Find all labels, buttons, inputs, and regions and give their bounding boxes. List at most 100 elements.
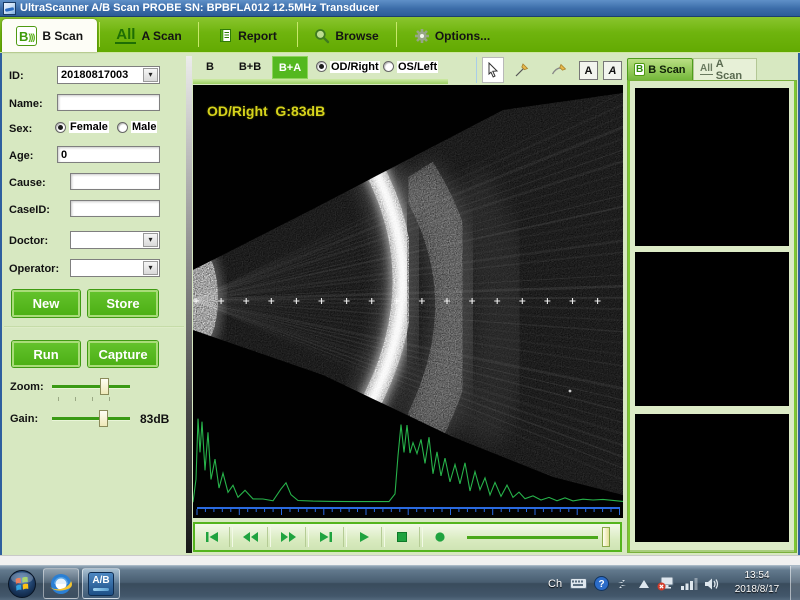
capture-button[interactable]: Capture [88,341,158,367]
record-button[interactable] [423,526,457,548]
svg-text:?: ? [598,579,604,590]
last-frame-button[interactable] [309,526,343,548]
female-radio[interactable] [55,122,66,133]
area-measure-pen-icon [551,63,567,78]
tab-options[interactable]: Options... [398,19,506,52]
operator-combobox[interactable]: ▾ [70,259,160,277]
tab-a-scan[interactable]: All A Scan [101,19,196,52]
record-icon [434,531,446,543]
dropdown-arrow-icon[interactable]: ▾ [143,68,158,82]
mode-tab-b[interactable]: B [196,57,224,77]
tray-help-icon[interactable]: ? [592,566,610,600]
mode-tab-b+a[interactable]: B+A [272,56,308,79]
tab-b-scan-label: B Scan [42,29,83,43]
tray-language-indicator[interactable]: Ch [548,566,566,600]
new-button[interactable]: New [12,290,80,317]
cine-slider-track[interactable] [467,536,598,539]
thumbnail-slot-1[interactable] [635,88,789,246]
clock-time: 13:54 [726,569,788,583]
gallery-tab-b-scan[interactable]: B B Scan [627,58,693,80]
tray-network-icon[interactable] [655,566,677,600]
cine-slider-handle[interactable] [602,527,610,547]
run-button[interactable]: Run [12,341,80,367]
cine-playback-bar [193,522,622,552]
tab-b-scan[interactable]: B))) B Scan [2,19,97,52]
dropdown-arrow-icon[interactable]: ▾ [143,233,158,247]
mode-tab-b+b[interactable]: B+B [232,57,268,77]
male-radio[interactable] [117,122,128,133]
skip-start-icon [204,531,220,543]
tab-browse-label: Browse [335,29,378,43]
gain-slider-thumb[interactable] [99,410,108,427]
tab-browse[interactable]: Browse [299,19,394,52]
gain-slider-track[interactable] [52,417,130,421]
cause-field[interactable] [70,173,160,190]
clock-date: 2018/8/17 [726,583,788,597]
male-radio-label[interactable]: Male [131,121,157,133]
taskbar-ab-scan-app-button[interactable]: A/B [82,568,120,599]
rewind-icon [242,531,259,543]
toolbar-separator [99,22,100,47]
line-measure-pen-icon [514,63,529,78]
first-frame-button[interactable] [195,526,229,548]
gallery-tab-a-scan[interactable]: All A Scan [693,58,757,80]
caseid-field[interactable] [70,200,160,217]
play-button[interactable] [347,526,381,548]
id-combobox[interactable]: 20180817003 ▾ [57,66,160,84]
mode-tab-underline [193,79,448,84]
options-gear-icon [414,28,430,44]
toolbar-separator [198,22,199,47]
bscan-image[interactable] [193,85,623,518]
stop-button[interactable] [385,526,419,548]
name-label: Name: [9,98,43,110]
os-left-radio[interactable] [383,61,394,72]
doctor-label: Doctor: [9,235,48,247]
name-field[interactable] [57,94,160,111]
age-field[interactable] [57,146,160,163]
tray-volume-icon[interactable] [702,566,722,600]
zoom-slider-ticks [58,397,110,401]
text-annotation-italic-tool-button[interactable]: A [603,61,622,80]
taskbar-ie-button[interactable] [43,568,79,599]
od-right-label[interactable]: OD/Right [330,61,380,73]
cine-position-slider[interactable] [467,526,612,548]
id-label: ID: [9,70,24,82]
text-annotation-tool-button[interactable]: A [579,61,598,80]
zoom-slider-track[interactable] [52,385,130,389]
b-scan-mini-icon: B [634,63,645,76]
a-scan-mini-icon: All [700,64,713,75]
tab-report[interactable]: Report [200,19,295,52]
fast-forward-button[interactable] [271,526,305,548]
toolbar-separator [297,22,298,47]
taskbar-clock[interactable]: 13:54 2018/8/17 [726,569,788,598]
gallery-tab-a-scan-label: A Scan [716,58,750,82]
cursor-icon [486,62,501,78]
bscan-ultrasound-canvas [193,85,623,518]
female-radio-label[interactable]: Female [69,121,109,133]
tray-show-hidden-icons[interactable] [636,566,652,600]
store-button[interactable]: Store [88,290,158,317]
rewind-button[interactable] [233,526,267,548]
pointer-tool-button[interactable] [482,57,504,83]
tray-signal-strength-icon[interactable] [679,566,701,600]
fast-forward-icon [280,531,297,543]
zoom-slider-thumb[interactable] [100,378,109,395]
main-toolbar: B))) B Scan All A Scan Report Brow [0,17,800,53]
od-right-radio[interactable] [316,61,327,72]
tab-a-scan-label: A Scan [141,29,181,43]
tray-keyboard-icon[interactable] [568,566,588,600]
area-measure-tool-button[interactable] [548,57,570,83]
taskbar: A/B Ch ? [0,565,800,600]
os-left-label[interactable]: OS/Left [397,61,438,73]
show-desktop-button[interactable] [790,566,800,600]
tray-sync-icon[interactable] [614,566,630,600]
dropdown-arrow-icon[interactable]: ▾ [143,261,158,275]
tab-report-label: Report [238,29,277,43]
thumbnail-slot-2[interactable] [635,252,789,406]
doctor-combobox[interactable]: ▾ [70,231,160,249]
thumbnail-slot-3[interactable] [635,414,789,542]
start-button[interactable] [4,568,40,599]
line-measure-tool-button[interactable] [510,57,532,83]
panel-splitter[interactable] [186,56,192,553]
window-title: UltraScanner A/B Scan PROBE SN: BPBFLA01… [20,2,379,14]
